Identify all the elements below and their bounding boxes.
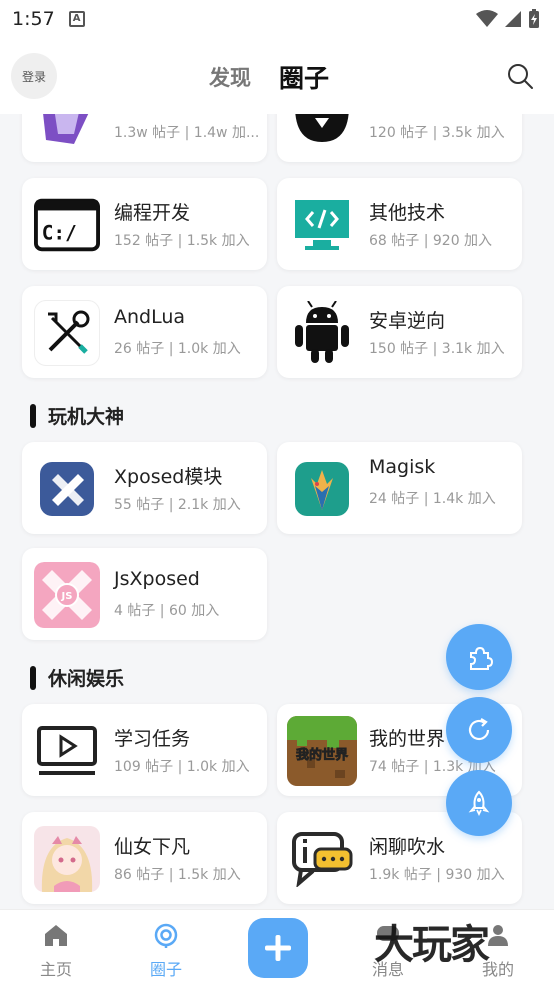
circle-logo-icon xyxy=(34,114,100,150)
signal-icon xyxy=(505,11,521,27)
circle-name: Xposed模块 xyxy=(114,466,223,488)
section-bar xyxy=(30,403,36,428)
plugin-fab-button[interactable] xyxy=(446,624,512,690)
nav-label: 圈子 xyxy=(149,960,182,979)
circle-name: JsXposed xyxy=(114,568,200,590)
circle-card-jsxposed[interactable]: JS JsXposed 4 帖子 | 60 加入 xyxy=(22,548,267,640)
code-monitor-icon xyxy=(289,192,355,258)
section-title-play-gods: 玩机大神 xyxy=(30,402,124,429)
circle-name: 编程开发 xyxy=(114,202,191,224)
circle-stats: 68 帖子 | 920 加入 xyxy=(369,233,493,249)
circle-name: 闲聊吹水 xyxy=(369,836,446,858)
video-play-icon xyxy=(34,718,100,784)
circle-stats: 152 帖子 | 1.5k 加入 xyxy=(114,233,250,249)
circle-name: 我的世界 xyxy=(369,728,446,750)
rocket-icon xyxy=(468,790,490,817)
terminal-icon: C:/ xyxy=(34,192,100,258)
rocket-fab-button[interactable] xyxy=(446,770,512,836)
status-bar: 1:57 A xyxy=(0,0,554,38)
battery-icon xyxy=(529,9,539,28)
circle-card-fairy[interactable]: 仙女下凡 86 帖子 | 1.5k 加入 xyxy=(22,812,267,904)
svg-text:C:/: C:/ xyxy=(42,222,77,245)
fairy-avatar-icon xyxy=(34,826,100,892)
plus-icon xyxy=(265,935,291,961)
section-bar xyxy=(30,665,36,690)
circle-name: AndLua xyxy=(114,306,186,328)
home-icon xyxy=(45,925,67,946)
circle-name: 其他技术 xyxy=(369,202,446,224)
notification-a-icon: A xyxy=(68,11,85,27)
puzzle-icon xyxy=(470,646,493,670)
circle-stats: 24 帖子 | 1.4k 加入 xyxy=(369,491,496,507)
circle-stats: 150 帖子 | 3.1k 加入 xyxy=(369,341,505,357)
chat-bubble-icon xyxy=(289,826,355,892)
tools-icon xyxy=(34,300,100,366)
circle-stats: 26 帖子 | 1.0k 加入 xyxy=(114,341,241,357)
circle-stats: 1.3w 帖子 | 1.4w 加... xyxy=(114,125,260,141)
minecraft-icon: 我的世界 xyxy=(287,716,357,786)
login-button[interactable]: 登录 xyxy=(11,53,57,99)
status-icons xyxy=(476,9,540,29)
nav-item-home[interactable]: 主页 xyxy=(16,922,96,980)
top-header: 登录 发现 圈子 xyxy=(0,38,554,114)
circle-card-xposed[interactable]: Xposed模块 55 帖子 | 2.1k 加入 xyxy=(22,442,267,534)
wifi-icon xyxy=(476,10,498,27)
circle-card-programming[interactable]: C:/ 编程开发 152 帖子 | 1.5k 加入 xyxy=(22,178,267,270)
status-time: 1:57 xyxy=(12,8,55,30)
circle-stats: 74 帖子 | 1.3k 加入 xyxy=(369,759,496,775)
refresh-icon xyxy=(468,718,490,741)
circle-stats: 55 帖子 | 2.1k 加入 xyxy=(114,497,241,513)
section-title-leisure: 休闲娱乐 xyxy=(30,664,124,691)
section-label: 玩机大神 xyxy=(48,406,125,428)
xposed-icon xyxy=(34,456,100,522)
refresh-fab-button[interactable] xyxy=(446,697,512,763)
magisk-icon xyxy=(289,456,355,522)
android-robot-icon xyxy=(289,300,355,366)
circle-card-android-reverse[interactable]: 安卓逆向 150 帖子 | 3.1k 加入 xyxy=(277,286,522,378)
circle-stats: 86 帖子 | 1.5k 加入 xyxy=(114,867,241,883)
circle-stats: 109 帖子 | 1.0k 加入 xyxy=(114,759,250,775)
circle-card-magisk[interactable]: Magisk 24 帖子 | 1.4k 加入 xyxy=(277,442,522,534)
tab-discover[interactable]: 发现 xyxy=(209,62,251,92)
circle-stats: 120 帖子 | 3.5k 加入 xyxy=(369,125,505,141)
circle-card-top-left[interactable]: 1.3w 帖子 | 1.4w 加... xyxy=(22,114,267,162)
circle-card-study-task[interactable]: 学习任务 109 帖子 | 1.0k 加入 xyxy=(22,704,267,796)
jsxposed-logo-text: JS xyxy=(61,591,73,602)
circle-target-icon xyxy=(154,923,178,948)
section-label: 休闲娱乐 xyxy=(48,668,125,690)
jsxposed-icon: JS xyxy=(34,562,100,628)
tab-circle[interactable]: 圈子 xyxy=(279,59,329,95)
add-post-button[interactable] xyxy=(248,918,308,978)
circle-card-other-tech[interactable]: 其他技术 68 帖子 | 920 加入 xyxy=(277,178,522,270)
circle-name: 学习任务 xyxy=(114,728,191,750)
circle-logo-icon xyxy=(289,114,355,150)
watermark-logo: 大玩家 xyxy=(374,922,490,968)
person-icon xyxy=(488,925,508,946)
nav-label: 主页 xyxy=(39,960,72,979)
circle-stats: 4 帖子 | 60 加入 xyxy=(114,603,220,619)
circle-name: Magisk xyxy=(369,456,436,478)
search-icon[interactable] xyxy=(506,62,534,90)
circle-card-andlua[interactable]: AndLua 26 帖子 | 1.0k 加入 xyxy=(22,286,267,378)
circle-card-top-right[interactable]: 120 帖子 | 3.5k 加入 xyxy=(277,114,522,162)
nav-item-circle[interactable]: 圈子 xyxy=(126,922,206,980)
circle-name: 仙女下凡 xyxy=(114,836,191,858)
circle-stats: 1.9k 帖子 | 930 加入 xyxy=(369,867,505,883)
minecraft-logo-text: 我的世界 xyxy=(296,747,348,763)
circle-name: 安卓逆向 xyxy=(369,310,446,332)
